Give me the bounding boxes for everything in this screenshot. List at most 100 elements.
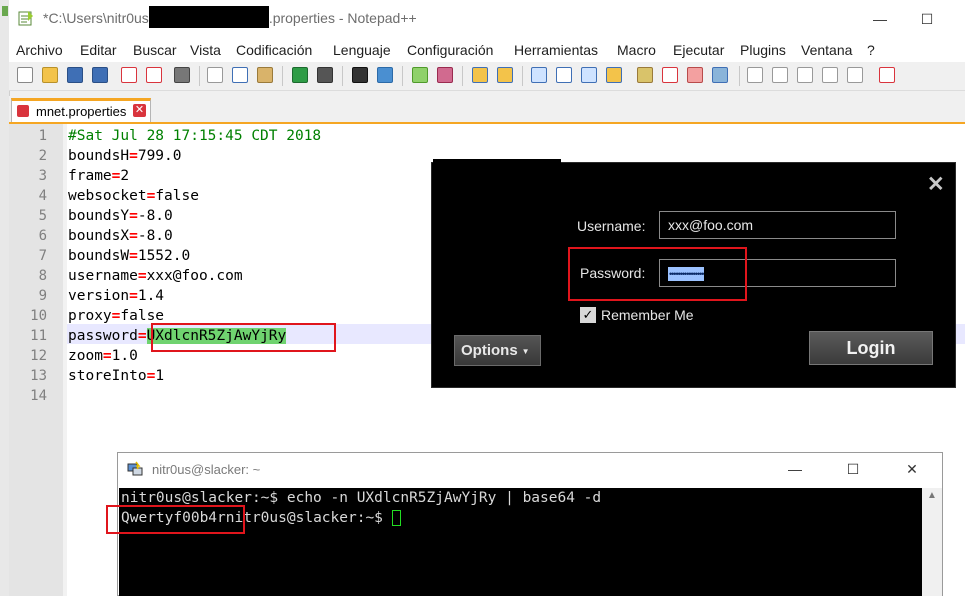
folder-workspace-icon[interactable] xyxy=(687,67,703,83)
maximize-button[interactable]: ☐ xyxy=(916,8,938,30)
property-value: 1552.0 xyxy=(137,248,191,264)
monitoring-icon[interactable] xyxy=(712,67,728,83)
menu-vista[interactable]: Vista xyxy=(190,42,221,58)
notepadpp-app-icon xyxy=(18,11,33,26)
line-number: 9 xyxy=(38,288,47,304)
open-folder-icon[interactable] xyxy=(42,67,58,83)
menu-macro[interactable]: Macro xyxy=(617,42,656,58)
line-number: 13 xyxy=(30,368,47,384)
property-value: 799.0 xyxy=(137,148,182,164)
terminal-minimize-button[interactable]: — xyxy=(785,459,805,479)
indent-guide-icon[interactable] xyxy=(581,67,597,83)
property-value: 1 xyxy=(155,368,165,384)
copy-icon[interactable] xyxy=(232,67,248,83)
toolbar-separator xyxy=(282,66,283,86)
property-key: storeInto xyxy=(68,368,147,384)
username-label: Username: xyxy=(577,218,646,234)
code-line: zoom=1.0 xyxy=(68,346,138,366)
doc-map-icon[interactable] xyxy=(606,67,622,83)
remember-me-label: Remember Me xyxy=(601,307,694,323)
menu-codificacion[interactable]: Codificación xyxy=(236,42,312,58)
sync-vertical-icon[interactable] xyxy=(472,67,488,83)
options-button[interactable]: Options ▼ xyxy=(454,335,541,366)
property-key: boundsY xyxy=(68,208,130,224)
property-value: false xyxy=(155,188,199,204)
undo-icon[interactable] xyxy=(292,67,308,83)
show-all-chars-icon[interactable] xyxy=(556,67,572,83)
username-input[interactable]: xxx@foo.com xyxy=(659,211,896,239)
terminal-maximize-button[interactable]: ☐ xyxy=(843,459,863,479)
minimize-button[interactable]: — xyxy=(869,8,891,30)
property-value: 1.4 xyxy=(137,288,165,304)
window-title: *C:\Users\nitr0us .properties - Notepad++ xyxy=(43,6,417,29)
redaction-bar xyxy=(148,6,269,29)
record-macro-icon[interactable] xyxy=(747,67,763,83)
menu-archivo[interactable]: Archivo xyxy=(16,42,63,58)
comment-text: #Sat Jul 28 17:15:45 CDT 2018 xyxy=(68,128,322,144)
line-number: 1 xyxy=(38,128,47,144)
menu-bar: Archivo Editar Buscar Vista Codificación… xyxy=(9,38,965,62)
menu-herramientas[interactable]: Herramientas xyxy=(514,42,598,58)
equals-operator: = xyxy=(146,188,156,204)
close-file-icon[interactable] xyxy=(121,67,137,83)
fold-margin xyxy=(63,124,67,596)
property-key: websocket xyxy=(68,188,147,204)
redo-icon[interactable] xyxy=(317,67,333,83)
stop-macro-icon[interactable] xyxy=(772,67,788,83)
print-icon[interactable] xyxy=(174,67,190,83)
cut-icon[interactable] xyxy=(207,67,223,83)
terminal-title: nitr0us@slacker: ~ xyxy=(152,462,261,477)
code-line: websocket=false xyxy=(68,186,199,206)
spell-check-icon[interactable] xyxy=(879,67,895,83)
login-button[interactable]: Login xyxy=(809,331,933,365)
save-macro-icon[interactable] xyxy=(847,67,863,83)
putty-app-icon xyxy=(127,461,143,476)
menu-configuracion[interactable]: Configuración xyxy=(407,42,493,58)
sync-horizontal-icon[interactable] xyxy=(497,67,513,83)
menu-ventana[interactable]: Ventana xyxy=(801,42,852,58)
menu-ejecutar[interactable]: Ejecutar xyxy=(673,42,724,58)
tab-close-icon[interactable]: ✕ xyxy=(133,104,146,117)
zoom-out-icon[interactable] xyxy=(437,67,453,83)
equals-operator: = xyxy=(129,248,138,264)
menu-help[interactable]: ? xyxy=(867,42,875,58)
title-path-suffix: .properties - Notepad++ xyxy=(268,10,417,26)
toolbar-separator xyxy=(462,66,463,86)
paste-icon[interactable] xyxy=(257,67,273,83)
word-wrap-icon[interactable] xyxy=(531,67,547,83)
property-key: boundsH xyxy=(68,148,130,164)
menu-plugins[interactable]: Plugins xyxy=(740,42,786,58)
zoom-in-icon[interactable] xyxy=(412,67,428,83)
replace-icon[interactable] xyxy=(377,67,393,83)
run-macro-multiple-icon[interactable] xyxy=(822,67,838,83)
close-all-icon[interactable] xyxy=(146,67,162,83)
equals-operator: = xyxy=(137,328,147,344)
terminal-cursor xyxy=(391,510,401,526)
scroll-up-arrow-icon[interactable]: ▲ xyxy=(927,490,937,501)
play-macro-icon[interactable] xyxy=(797,67,813,83)
terminal-close-button[interactable]: ✕ xyxy=(902,459,922,479)
terminal-scrollbar[interactable]: ▲ xyxy=(922,488,942,596)
line-number: 2 xyxy=(38,148,47,164)
title-path-prefix: *C:\Users\nitr0us xyxy=(43,10,149,26)
toolbar-separator xyxy=(522,66,523,86)
annotation-box-decoded-output xyxy=(106,505,245,534)
menu-buscar[interactable]: Buscar xyxy=(133,42,177,58)
code-line: boundsX=-8.0 xyxy=(68,226,173,246)
function-list-icon[interactable] xyxy=(637,67,653,83)
code-line: boundsW=1552.0 xyxy=(68,246,190,266)
line-number: 10 xyxy=(30,308,47,324)
dialog-close-icon[interactable]: ✕ xyxy=(927,172,945,197)
save-icon[interactable] xyxy=(67,67,83,83)
line-number: 11 xyxy=(30,328,47,344)
menu-editar[interactable]: Editar xyxy=(80,42,117,58)
remember-me-checkbox[interactable]: ✓ xyxy=(580,307,596,323)
menu-lenguaje[interactable]: Lenguaje xyxy=(333,42,391,58)
line-number: 12 xyxy=(30,348,47,364)
tab-mnet-properties[interactable]: mnet.properties ✕ xyxy=(11,98,151,122)
find-icon[interactable] xyxy=(352,67,368,83)
line-number: 5 xyxy=(38,208,47,224)
save-all-icon[interactable] xyxy=(92,67,108,83)
new-file-icon[interactable] xyxy=(17,67,33,83)
doc-list-icon[interactable] xyxy=(662,67,678,83)
